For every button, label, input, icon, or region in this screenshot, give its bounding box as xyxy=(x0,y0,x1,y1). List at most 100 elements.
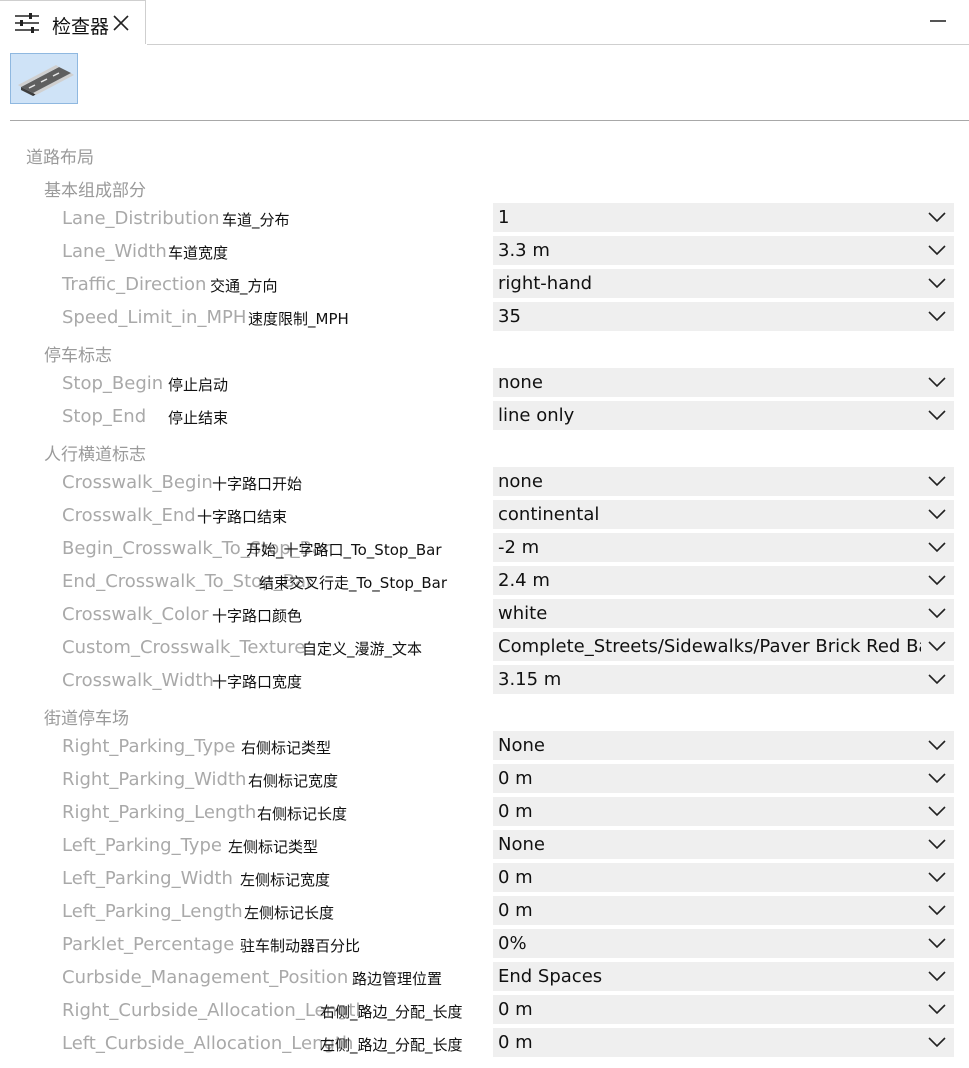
property-label: Crosswalk_Begin xyxy=(62,472,213,493)
property-dropdown[interactable]: 3.3 m xyxy=(493,236,954,265)
chevron-down-icon xyxy=(928,1004,946,1015)
property-dropdown[interactable]: 0 m xyxy=(493,764,954,793)
chevron-down-icon xyxy=(928,509,946,520)
property-alias: 十字路口开始 xyxy=(212,475,303,493)
section-road-layout: 道路布局 xyxy=(26,148,94,168)
property-value: none xyxy=(498,372,543,393)
property-dropdown[interactable]: End Spaces xyxy=(493,962,954,991)
tab-inspector[interactable]: 检查器 xyxy=(0,0,146,44)
property-alias: 停止启动 xyxy=(168,376,229,394)
property-dropdown[interactable]: -2 m xyxy=(493,533,954,562)
property-alias: 开始_十字路口_To_Stop_Bar xyxy=(246,541,442,559)
property-alias: 右侧_路边_分配_长度 xyxy=(320,1003,463,1021)
property-label: Left_Parking_Width xyxy=(62,868,233,889)
street-segment-icon xyxy=(18,65,74,96)
property-alias: 十字路口结束 xyxy=(197,508,288,526)
chevron-down-icon xyxy=(928,575,946,586)
property-alias: 左侧_路边_分配_长度 xyxy=(320,1036,463,1054)
chevron-down-icon xyxy=(928,839,946,850)
property-alias: 自定义_漫游_文本 xyxy=(302,640,423,658)
property-value: 0 m xyxy=(498,867,533,888)
minimize-icon[interactable] xyxy=(930,20,946,22)
chevron-down-icon xyxy=(928,641,946,652)
property-label: Stop_Begin xyxy=(62,373,164,394)
property-label: Speed_Limit_in_MPH xyxy=(62,307,247,328)
property-value: none xyxy=(498,471,543,492)
chevron-down-icon xyxy=(928,476,946,487)
property-dropdown[interactable]: white xyxy=(493,599,954,628)
toolbar-divider xyxy=(10,120,969,121)
property-dropdown[interactable]: 0 m xyxy=(493,863,954,892)
property-dropdown[interactable]: 0% xyxy=(493,929,954,958)
property-label: Left_Curbside_Allocation_Length xyxy=(62,1033,354,1054)
property-value: right-hand xyxy=(498,273,593,294)
property-value: End Spaces xyxy=(498,966,603,987)
property-label: Crosswalk_End xyxy=(62,505,196,526)
property-dropdown[interactable]: line only xyxy=(493,401,954,430)
property-alias: 右侧标记长度 xyxy=(257,805,348,823)
property-alias: 交通_方向 xyxy=(210,277,278,295)
property-dropdown[interactable]: 35 xyxy=(493,302,954,331)
close-icon[interactable] xyxy=(112,14,130,32)
property-value: 3.15 m xyxy=(498,669,562,690)
property-label: Left_Parking_Length xyxy=(62,901,243,922)
property-value: 35 xyxy=(498,306,521,327)
property-alias: 十字路口颜色 xyxy=(212,607,303,625)
property-dropdown[interactable]: None xyxy=(493,731,954,760)
property-dropdown[interactable]: none xyxy=(493,368,954,397)
section-crosswalk-marks: 人行横道标志 xyxy=(44,445,146,465)
property-label: Custom_Crosswalk_Texture xyxy=(62,637,306,658)
street-shape-button[interactable] xyxy=(10,53,78,104)
property-value: 0 m xyxy=(498,900,533,921)
section-basic-components: 基本组成部分 xyxy=(44,181,146,201)
property-dropdown[interactable]: none xyxy=(493,467,954,496)
property-value: 0% xyxy=(498,933,527,954)
property-value: 0 m xyxy=(498,801,533,822)
property-alias: 左侧标记类型 xyxy=(228,838,319,856)
property-label: Crosswalk_Width xyxy=(62,670,214,691)
chevron-down-icon xyxy=(928,212,946,223)
property-label: Right_Parking_Length xyxy=(62,802,257,823)
property-dropdown[interactable]: 0 m xyxy=(493,1028,954,1057)
chevron-down-icon xyxy=(928,377,946,388)
property-dropdown[interactable]: 0 m xyxy=(493,797,954,826)
property-value: 3.3 m xyxy=(498,240,550,261)
property-dropdown[interactable]: 2.4 m xyxy=(493,566,954,595)
property-label: Lane_Distribution xyxy=(62,208,220,229)
property-value: continental xyxy=(498,504,600,525)
chevron-down-icon xyxy=(928,1037,946,1048)
chevron-down-icon xyxy=(928,773,946,784)
chevron-down-icon xyxy=(928,938,946,949)
property-value: 1 xyxy=(498,207,510,228)
property-value: None xyxy=(498,834,545,855)
property-label: Right_Parking_Width xyxy=(62,769,247,790)
property-dropdown[interactable]: 1 xyxy=(493,203,954,232)
property-alias: 右侧标记宽度 xyxy=(248,772,339,790)
property-dropdown[interactable]: Complete_Streets/Sidewalks/Paver Brick R… xyxy=(493,632,954,661)
chevron-down-icon xyxy=(928,872,946,883)
property-dropdown[interactable]: 3.15 m xyxy=(493,665,954,694)
property-dropdown[interactable]: continental xyxy=(493,500,954,529)
chevron-down-icon xyxy=(928,971,946,982)
property-label: Curbside_Management_Position xyxy=(62,967,349,988)
property-dropdown[interactable]: right-hand xyxy=(493,269,954,298)
property-value: None xyxy=(498,735,545,756)
property-dropdown[interactable]: None xyxy=(493,830,954,859)
chevron-down-icon xyxy=(928,278,946,289)
sliders-icon xyxy=(15,13,39,33)
chevron-down-icon xyxy=(928,311,946,322)
property-alias: 结束交叉行走_To_Stop_Bar xyxy=(259,574,448,592)
chevron-down-icon xyxy=(928,806,946,817)
property-label: Stop_End xyxy=(62,406,147,427)
property-label: Left_Parking_Type xyxy=(62,835,222,856)
property-label: Lane_Width xyxy=(62,241,167,262)
property-alias: 车道_分布 xyxy=(222,211,290,229)
property-dropdown[interactable]: 0 m xyxy=(493,896,954,925)
property-value: -2 m xyxy=(498,537,540,558)
chevron-down-icon xyxy=(928,245,946,256)
property-value: 0 m xyxy=(498,999,533,1020)
property-dropdown[interactable]: 0 m xyxy=(493,995,954,1024)
property-alias: 左侧标记长度 xyxy=(244,904,335,922)
property-value: white xyxy=(498,603,548,624)
chevron-down-icon xyxy=(928,410,946,421)
